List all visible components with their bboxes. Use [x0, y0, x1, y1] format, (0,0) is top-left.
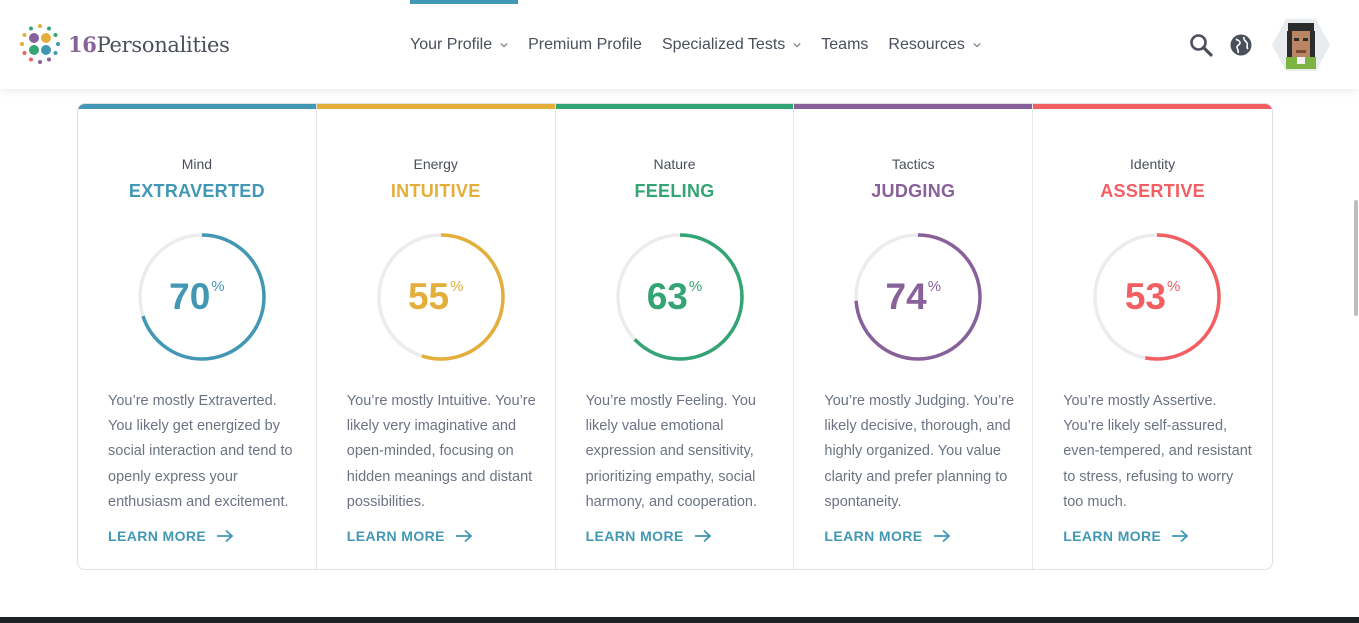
arrow-right-icon	[694, 529, 712, 543]
trait-name: EXTRAVERTED	[128, 181, 265, 201]
trait-card-energy: Energy INTUITIVE 55% You’re mostly Intui…	[316, 104, 556, 569]
trait-name: JUDGING	[871, 181, 956, 201]
site-header: 16Personalities Your Profile Premium Pro…	[0, 0, 1359, 89]
learn-more-link[interactable]: LEARN MORE	[586, 528, 712, 544]
globe-icon[interactable]	[1228, 32, 1254, 58]
taskbar-strip	[0, 617, 1359, 623]
trait-color-bar	[794, 104, 1033, 109]
learn-more-label: LEARN MORE	[585, 528, 684, 544]
percentage-value: 53	[1124, 276, 1166, 317]
learn-more-label: LEARN MORE	[346, 528, 445, 544]
trait-category: Energy	[413, 156, 458, 172]
percentage-value: 74	[885, 276, 927, 317]
logo[interactable]: 16Personalities	[18, 22, 230, 66]
learn-more-link[interactable]: LEARN MORE	[1063, 528, 1189, 544]
chevron-down-icon	[793, 42, 801, 48]
trait-card-nature: Nature FEELING 63% You’re mostly Feeling…	[555, 104, 795, 569]
percent-sign: %	[211, 278, 225, 295]
trait-category: Mind	[181, 156, 213, 172]
percent-sign: %	[688, 278, 703, 295]
nav-label: Premium Profile	[528, 35, 642, 53]
nav-label: Resources	[888, 35, 965, 53]
percent-sign: %	[927, 278, 942, 295]
trait-category: Tactics	[891, 156, 935, 172]
trait-description: You’re mostly Assertive. You’re likely s…	[1063, 393, 1252, 510]
nav-resources[interactable]: Resources	[888, 0, 981, 89]
percent-sign: %	[1166, 278, 1181, 295]
chevron-down-icon	[500, 42, 508, 48]
percentage-value: 70	[169, 276, 211, 317]
scrollbar-thumb[interactable]	[1354, 200, 1358, 316]
nav-label: Specialized Tests	[661, 35, 786, 53]
trait-description: You’re mostly Judging. You’re likely dec…	[824, 393, 1015, 510]
user-avatar[interactable]	[1272, 16, 1330, 74]
nav-your-profile[interactable]: Your Profile	[410, 0, 519, 89]
trait-name: ASSERTIVE	[1100, 181, 1205, 201]
trait-percentage: 70%	[78, 276, 316, 318]
trait-category: Identity	[1130, 156, 1176, 172]
trait-percentage: 55%	[317, 276, 555, 318]
trait-percentage: 63%	[556, 276, 794, 318]
learn-more-link[interactable]: LEARN MORE	[347, 528, 473, 544]
trait-description: You’re mostly Intuitive. You’re likely v…	[346, 393, 536, 510]
logo-wordmark: 16Personalities	[68, 32, 230, 57]
chevron-down-icon	[973, 42, 981, 48]
trait-percentage: 74%	[794, 276, 1032, 318]
arrow-right-icon	[455, 529, 473, 543]
learn-more-link[interactable]: LEARN MORE	[824, 528, 950, 544]
traits-panel: Mind EXTRAVERTED 70% You’re mostly Extra…	[77, 103, 1273, 570]
trait-description: You’re mostly Extraverted. You likely ge…	[108, 393, 293, 510]
learn-more-label: LEARN MORE	[108, 528, 207, 544]
logo-number: 16	[68, 31, 97, 57]
trait-percentage: 53%	[1033, 276, 1272, 318]
trait-color-bar	[78, 104, 316, 109]
trait-color-bar	[1033, 104, 1272, 109]
trait-name: INTUITIVE	[390, 181, 481, 201]
nav-label: Teams	[821, 35, 869, 53]
logo-word: Personalities	[96, 32, 230, 57]
trait-color-bar	[316, 104, 555, 109]
learn-more-label: LEARN MORE	[1063, 528, 1162, 544]
trait-category: Nature	[653, 156, 696, 172]
trait-card-tactics: Tactics JUDGING 74% You’re mostly Judgin…	[794, 104, 1034, 569]
trait-card-identity: Identity ASSERTIVE 53% You’re mostly Ass…	[1033, 104, 1272, 569]
percentage-value: 55	[407, 276, 450, 317]
arrow-right-icon	[1172, 529, 1189, 543]
percentage-value: 63	[646, 276, 688, 317]
header-actions	[1188, 32, 1268, 58]
learn-more-link[interactable]: LEARN MORE	[108, 528, 234, 544]
arrow-right-icon	[933, 529, 950, 543]
trait-name: FEELING	[634, 181, 715, 201]
trait-card-mind: Mind EXTRAVERTED 70% You’re mostly Extra…	[78, 104, 317, 569]
nav-teams[interactable]: Teams	[821, 0, 868, 89]
main-nav: Your Profile Premium Profile Specialized…	[410, 0, 1001, 89]
trait-color-bar	[555, 104, 794, 109]
logo-icon	[20, 24, 60, 64]
learn-more-label: LEARN MORE	[824, 528, 923, 544]
percent-sign: %	[450, 278, 464, 295]
search-icon[interactable]	[1188, 32, 1214, 58]
nav-specialized-tests[interactable]: Specialized Tests	[662, 0, 801, 89]
trait-description: You’re mostly Feeling. You likely value …	[585, 393, 758, 510]
arrow-right-icon	[217, 529, 234, 543]
nav-premium-profile[interactable]: Premium Profile	[528, 0, 642, 89]
nav-label: Your Profile	[410, 35, 493, 53]
